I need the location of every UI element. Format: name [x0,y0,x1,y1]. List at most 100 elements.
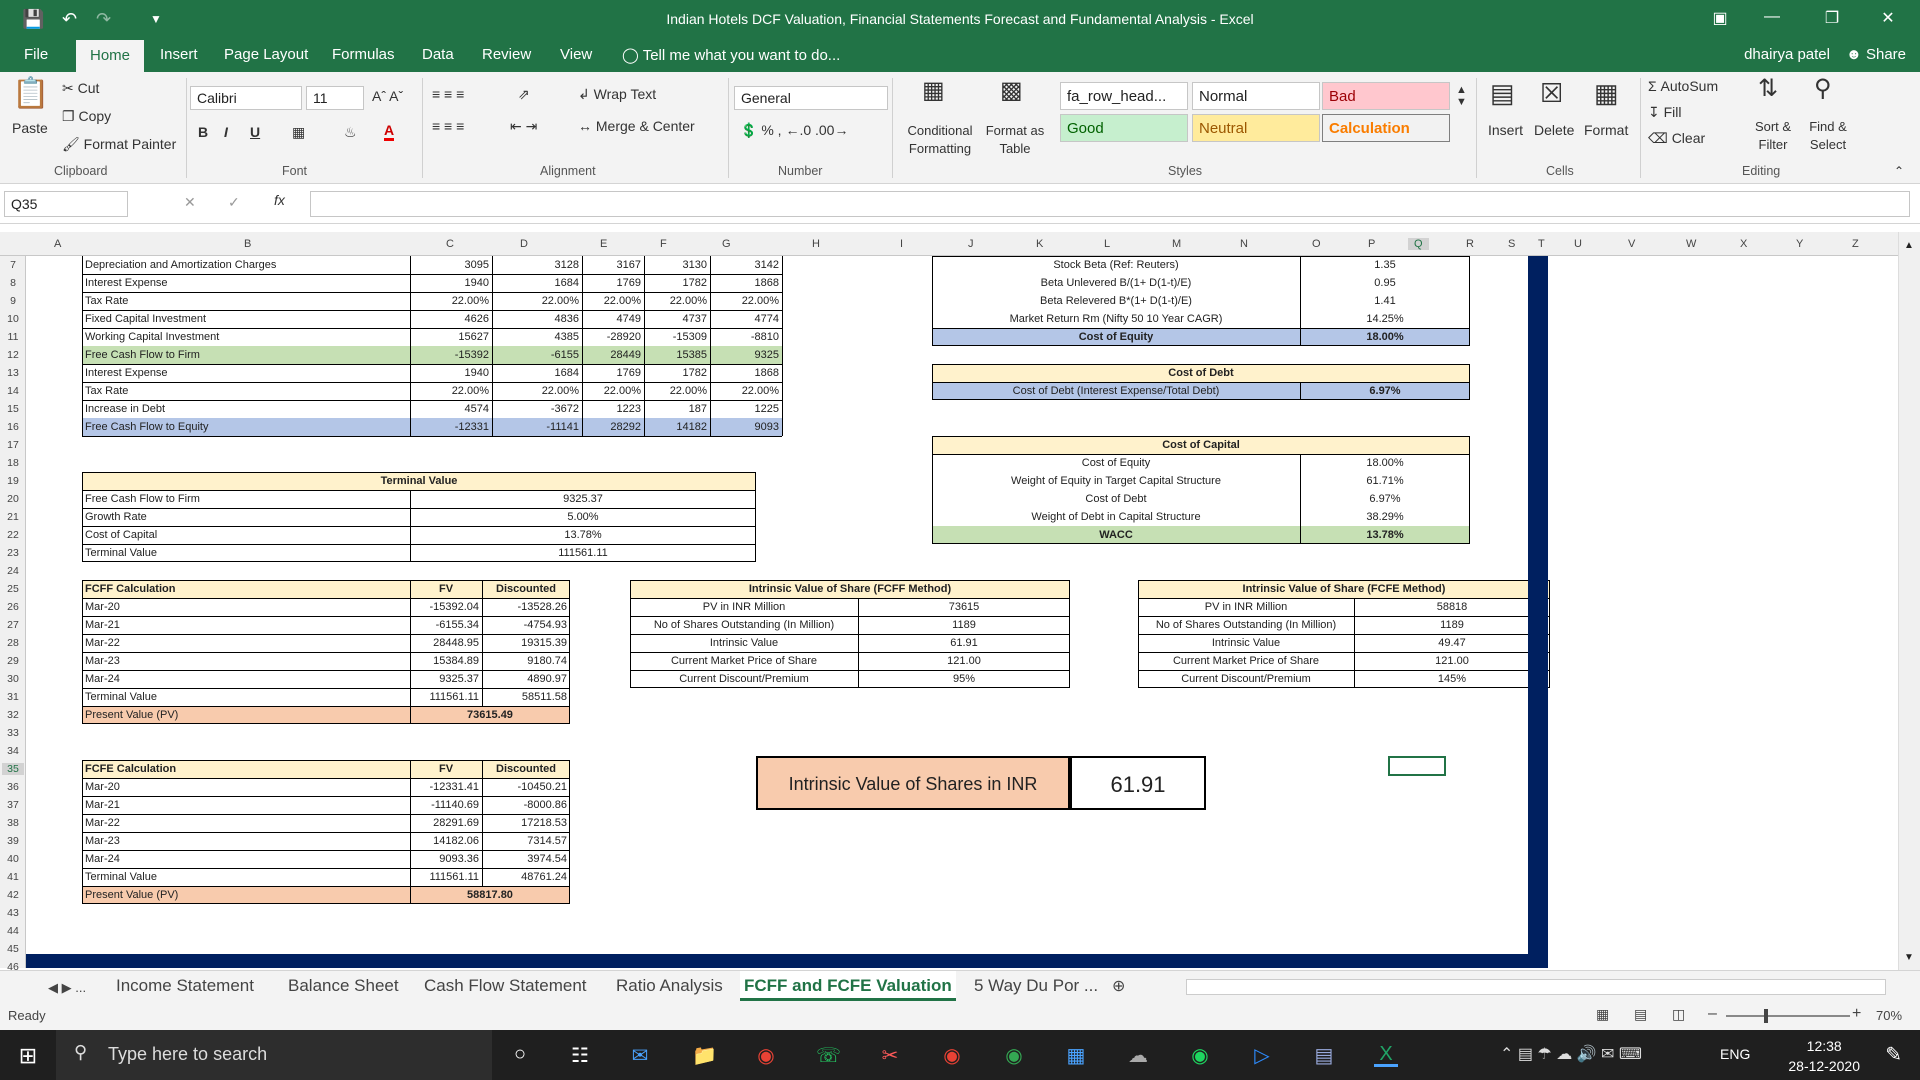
tab-page-layout[interactable]: Page Layout [218,46,314,63]
forecast-value[interactable]: 4774 [710,310,782,328]
forecast-value[interactable]: 22.00% [710,382,782,400]
sheet-tab-du-pont[interactable]: 5 Way Du Por ... [970,976,1102,996]
forecast-value[interactable]: 1223 [582,400,644,418]
row-header-25[interactable]: 25 [2,583,24,595]
name-box[interactable]: Q35 [4,191,128,217]
minimize-icon[interactable]: — [1752,8,1792,26]
column-header-s[interactable]: S [1508,238,1515,250]
row-header-14[interactable]: 14 [2,385,24,397]
zoom-app-icon[interactable]: ▷ [1250,1043,1274,1067]
prev-sheet-icon[interactable]: ◀ ▶ ... [44,980,90,996]
language-indicator[interactable]: ENG [1720,1046,1750,1062]
row-header-22[interactable]: 22 [2,529,24,541]
sheet-tab-cash-flow-statement[interactable]: Cash Flow Statement [420,976,591,996]
wrap-text-button[interactable]: ↲ Wrap Text [578,86,656,103]
add-sheet-icon[interactable]: ⊕ [1108,976,1129,996]
autosum-button[interactable]: Σ AutoSum [1648,78,1718,94]
sheet-tab-ratio-analysis[interactable]: Ratio Analysis [612,976,727,996]
row-header-32[interactable]: 32 [2,709,24,721]
style-normal[interactable]: Normal [1192,82,1320,110]
tab-review[interactable]: Review [476,46,537,63]
formula-input[interactable] [310,191,1910,217]
sort-filter-button[interactable]: Sort & Filter [1748,118,1798,154]
font-name-combo[interactable]: Calibri [190,86,302,110]
tab-formulas[interactable]: Formulas [326,46,401,63]
row-header-37[interactable]: 37 [2,799,24,811]
column-header-p[interactable]: P [1368,238,1375,250]
delete-cells-icon[interactable]: ☒ [1540,78,1563,109]
row-header-27[interactable]: 27 [2,619,24,631]
forecast-value[interactable]: 22.00% [582,292,644,310]
row-header-44[interactable]: 44 [2,925,24,937]
fill-color-icon[interactable]: ♨ [344,124,357,141]
merge-center-button[interactable]: ↔ Merge & Center [578,118,695,134]
row-header-45[interactable]: 45 [2,943,24,955]
row-header-30[interactable]: 30 [2,673,24,685]
forecast-value[interactable]: -28920 [582,328,644,346]
forecast-value[interactable]: 1684 [492,274,582,292]
forecast-value[interactable]: 15627 [410,328,492,346]
row-header-41[interactable]: 41 [2,871,24,883]
column-header-u[interactable]: U [1574,238,1582,250]
paste-button[interactable]: Paste [12,120,48,136]
excel-taskbar-icon[interactable]: X [1374,1043,1398,1067]
normal-view-icon[interactable]: ▦ [1596,1006,1609,1023]
zoom-out-icon[interactable]: – [1708,1005,1717,1023]
scroll-up-icon[interactable]: ▲ [1904,240,1914,251]
column-header-x[interactable]: X [1740,238,1747,250]
conditional-formatting-icon[interactable]: ▦ [922,76,945,105]
column-header-f[interactable]: F [660,238,667,250]
row-header-43[interactable]: 43 [2,907,24,919]
forecast-label[interactable]: Free Cash Flow to Equity [82,418,410,436]
column-header-m[interactable]: M [1172,238,1181,250]
scroll-down-icon[interactable]: ▼ [1904,952,1914,963]
snipping-tool-icon[interactable]: ✂ [878,1043,902,1067]
forecast-value[interactable]: -15392 [410,346,492,364]
indent-icon[interactable]: ⇤ ⇥ [510,118,537,135]
vertical-scrollbar[interactable]: ▲ ▼ [1898,232,1920,972]
forecast-value[interactable]: 3130 [644,256,710,274]
forecast-value[interactable]: 3167 [582,256,644,274]
forecast-value[interactable]: 1769 [582,364,644,382]
forecast-value[interactable]: 4737 [644,310,710,328]
column-header-i[interactable]: I [900,238,903,250]
forecast-value[interactable]: 28292 [582,418,644,436]
forecast-value[interactable]: 3095 [410,256,492,274]
style-neutral[interactable]: Neutral [1192,114,1320,142]
forecast-value[interactable]: 22.00% [644,292,710,310]
restore-icon[interactable]: ❐ [1812,8,1852,28]
remote-desktop-icon[interactable]: ▤ [1312,1043,1336,1067]
row-header-16[interactable]: 16 [2,421,24,433]
cancel-icon[interactable]: ✕ [184,194,196,211]
row-header-40[interactable]: 40 [2,853,24,865]
row-header-38[interactable]: 38 [2,817,24,829]
forecast-value[interactable]: -8810 [710,328,782,346]
fill-button[interactable]: ↧ Fill [1648,104,1682,121]
format-as-table-icon[interactable]: ▩ [1000,76,1023,105]
chrome-icon[interactable]: ◉ [1002,1043,1026,1067]
sort-filter-icon[interactable]: ⇅ [1758,74,1778,103]
style-fa-row-head[interactable]: fa_row_head... [1060,82,1188,110]
forecast-label[interactable]: Working Capital Investment [82,328,410,346]
system-tray-icons[interactable]: ⌃ ▤ ☂ ☁ 🔊 ✉ ⌨ [1500,1044,1642,1064]
tab-home[interactable]: Home [76,40,145,72]
selected-cell-q35[interactable] [1388,756,1446,776]
column-header-j[interactable]: J [968,238,974,250]
column-header-a[interactable]: A [54,238,61,250]
page-layout-view-icon[interactable]: ▤ [1634,1006,1647,1023]
forecast-value[interactable]: 4836 [492,310,582,328]
insert-cells-icon[interactable]: ▤ [1490,78,1515,109]
column-header-b[interactable]: B [244,238,251,250]
spotify-icon[interactable]: ◉ [1188,1043,1212,1067]
insert-button[interactable]: Insert [1488,122,1523,138]
zoom-slider[interactable] [1726,1015,1850,1017]
user-name[interactable]: dhairya patel [1744,46,1830,63]
forecast-value[interactable]: 4385 [492,328,582,346]
column-header-h[interactable]: H [812,238,820,250]
forecast-label[interactable]: Depreciation and Amortization Charges [82,256,410,274]
column-header-d[interactable]: D [520,238,528,250]
style-calculation[interactable]: Calculation [1322,114,1450,142]
font-size-combo[interactable]: 11 [306,86,364,110]
zoom-in-icon[interactable]: + [1852,1005,1861,1023]
notifications-icon[interactable]: ✎ [1885,1042,1902,1067]
